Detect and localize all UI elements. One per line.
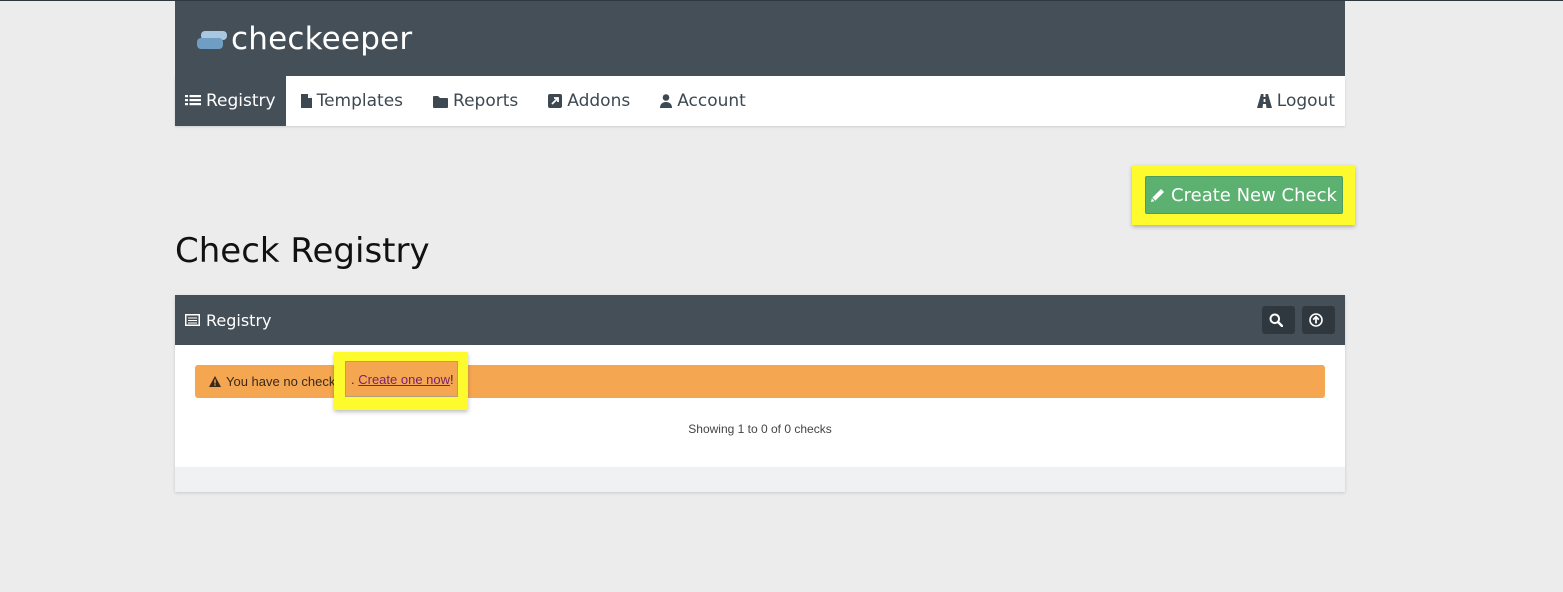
nav-item-label: Reports [453,91,519,111]
logo-icon [197,28,229,50]
list-icon [185,95,201,106]
nav-item-templates[interactable]: Templates [286,76,418,126]
external-link-icon [548,94,563,108]
page-title: Check Registry [175,231,430,271]
file-icon [300,94,312,108]
pagination-info: Showing 1 to 0 of 0 checks [688,422,832,436]
panel-title: Registry [206,310,272,330]
panel-footer [175,467,1345,492]
table-icon [185,314,200,326]
brand-name: checkeeper [231,21,413,57]
nav-item-account[interactable]: Account [645,76,761,126]
logout-link[interactable]: Logout [1242,76,1345,126]
logout-label: Logout [1276,91,1335,111]
alert-link-box: . Create one now! [345,361,458,397]
panel-tools [1262,306,1335,334]
upload-icon [1308,313,1323,327]
registry-panel: Registry You have no check . Create one … [175,295,1345,492]
search-icon [1269,313,1283,327]
app-container: checkeeper Registry Templates Reports Ad… [175,1,1355,492]
top-header: checkeeper [175,1,1345,76]
nav-item-reports[interactable]: Reports [418,76,533,126]
user-icon [660,94,673,108]
alert-separator: . [351,371,359,387]
create-new-check-label: Create New Check [1171,184,1337,206]
nav-item-label: Account [677,91,746,111]
nav-item-registry[interactable]: Registry [175,76,286,126]
warning-icon [209,376,221,387]
folder-icon [433,95,449,108]
nav-item-label: Registry [206,91,276,111]
road-icon [1256,94,1272,108]
create-one-now-link[interactable]: Create one now [358,372,450,387]
main-nav: Registry Templates Reports Addons Accoun… [175,76,1345,126]
brand-logo[interactable]: checkeeper [197,19,412,59]
search-button[interactable] [1262,306,1295,334]
create-new-check-button[interactable]: Create New Check [1145,176,1343,214]
nav-item-label: Templates [316,91,404,111]
panel-header: Registry [175,295,1345,345]
nav-item-label: Addons [567,91,631,111]
nav-item-addons[interactable]: Addons [533,76,645,126]
upload-button[interactable] [1302,306,1335,334]
alert-text: You have no check [226,374,336,389]
pencil-icon [1151,189,1165,202]
alert-suffix: ! [450,371,454,387]
